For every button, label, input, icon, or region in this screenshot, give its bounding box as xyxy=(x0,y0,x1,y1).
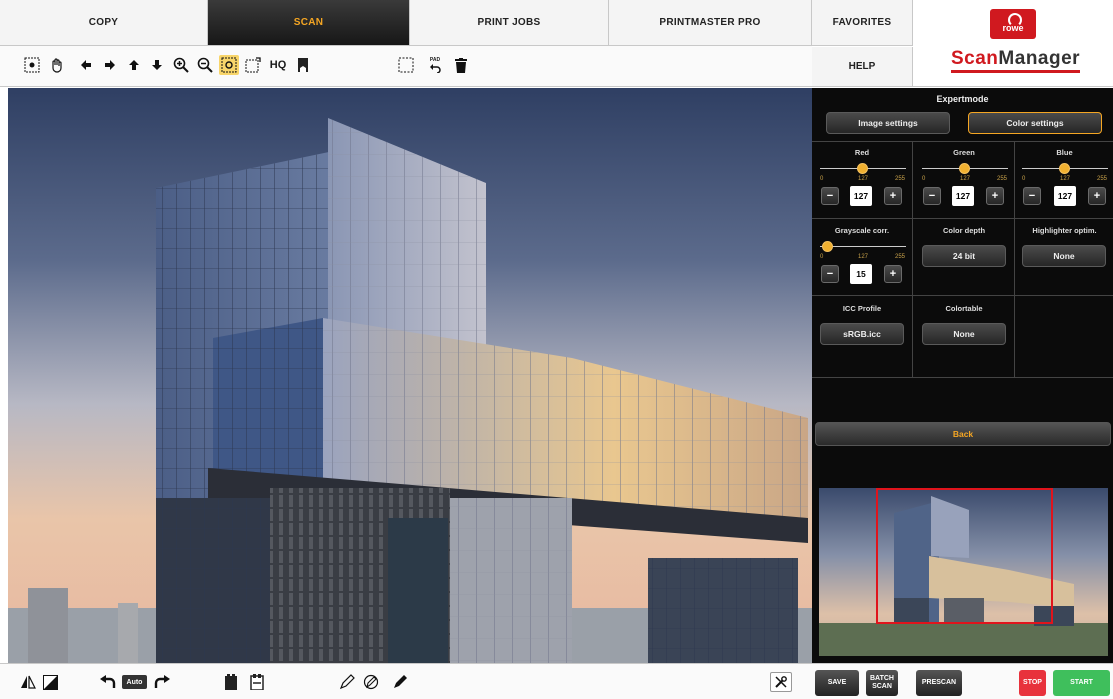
colortable-label: Colortable xyxy=(945,304,983,313)
start-button[interactable]: START xyxy=(1053,670,1110,696)
tab-favorites[interactable]: FAVORITES xyxy=(812,0,913,46)
hand-pan-icon[interactable] xyxy=(47,55,67,75)
batch-scan-button[interactable]: BATCH SCAN xyxy=(866,670,898,696)
highlighter-button[interactable]: None xyxy=(1022,245,1106,267)
blue-value[interactable]: 127 xyxy=(1054,186,1076,206)
select-area-icon[interactable] xyxy=(396,55,416,75)
trash-icon[interactable] xyxy=(451,55,471,75)
green-plus-button[interactable]: + xyxy=(986,187,1004,205)
green-minus-button[interactable]: − xyxy=(923,187,941,205)
prescan-button[interactable]: PRESCAN xyxy=(916,670,962,696)
scanmanager-wordmark: ScanManager xyxy=(951,48,1081,73)
bottom-toolbar: Auto SAVE BATCH SCAN PRESCAN STOP START xyxy=(0,663,1113,699)
green-label: Green xyxy=(953,148,975,157)
arrow-left-icon[interactable] xyxy=(76,55,96,75)
thumbnail-overview[interactable] xyxy=(819,488,1108,656)
tab-scan[interactable]: SCAN xyxy=(208,0,410,46)
save-button[interactable]: SAVE xyxy=(815,670,859,696)
zoom-out-icon[interactable] xyxy=(195,55,215,75)
color-settings-button[interactable]: Color settings xyxy=(968,112,1102,134)
scanmanager-logo: rowe ScanManager xyxy=(913,0,1113,87)
image-settings-button[interactable]: Image settings xyxy=(826,112,950,134)
stop-button[interactable]: STOP xyxy=(1019,670,1046,696)
grayscale-minus-button[interactable]: − xyxy=(821,265,839,283)
mirror-icon[interactable] xyxy=(20,672,36,692)
grayscale-max: 255 xyxy=(895,254,906,260)
red-max: 255 xyxy=(895,176,906,182)
blue-minus-button[interactable]: − xyxy=(1023,187,1041,205)
highlighter-label: Highlighter optim. xyxy=(1032,226,1097,235)
grayscale-plus-button[interactable]: + xyxy=(884,265,902,283)
blue-min: 0 xyxy=(1022,176,1026,182)
page-split-icon[interactable] xyxy=(250,672,264,692)
expertmode-panel: Expertmode Image settings Color settings… xyxy=(812,88,1113,663)
tools-settings-icon[interactable] xyxy=(770,672,792,692)
arrow-right-icon[interactable] xyxy=(100,55,120,75)
blue-mid: 127 xyxy=(1060,176,1071,182)
blue-plus-button[interactable]: + xyxy=(1088,187,1106,205)
color-depth-button[interactable]: 24 bit xyxy=(922,245,1006,267)
red-min: 0 xyxy=(820,176,824,182)
grayscale-slider-knob[interactable] xyxy=(822,241,833,252)
color-depth-label: Color depth xyxy=(942,226,986,235)
scan-preview-image[interactable] xyxy=(8,88,812,663)
auto-rotate-button[interactable]: Auto xyxy=(122,675,147,689)
zoom-in-icon[interactable] xyxy=(171,55,191,75)
arrow-up-icon[interactable] xyxy=(124,55,144,75)
green-max: 255 xyxy=(997,176,1008,182)
hq-toggle[interactable]: HQ xyxy=(266,55,290,75)
page-icon[interactable] xyxy=(224,672,238,692)
pad-undo-button[interactable]: PAD xyxy=(425,55,445,75)
red-plus-button[interactable]: + xyxy=(884,187,902,205)
grayscale-label: Grayscale corr. xyxy=(834,226,890,235)
blue-slider-knob[interactable] xyxy=(1059,163,1070,174)
green-mid: 127 xyxy=(960,176,971,182)
green-slider-knob[interactable] xyxy=(959,163,970,174)
colortable-button[interactable]: None xyxy=(922,323,1006,345)
rotate-left-icon[interactable] xyxy=(100,672,116,692)
zoom-fit-icon[interactable] xyxy=(219,55,239,75)
thumbnail-viewport-frame[interactable] xyxy=(876,488,1053,624)
pen-eraser-icon[interactable] xyxy=(363,672,379,692)
pen-solid-icon[interactable] xyxy=(392,672,408,692)
grayscale-mid: 127 xyxy=(858,254,869,260)
bookmark-icon[interactable] xyxy=(293,55,313,75)
tab-copy[interactable]: COPY xyxy=(0,0,208,46)
rotate-right-icon[interactable] xyxy=(154,672,170,692)
help-button[interactable]: HELP xyxy=(812,47,913,87)
red-value[interactable]: 127 xyxy=(850,186,872,206)
view-toolbar: HQ PAD xyxy=(0,46,812,87)
invert-icon[interactable] xyxy=(43,672,58,692)
tab-print-jobs[interactable]: PRINT JOBS xyxy=(410,0,609,46)
red-minus-button[interactable]: − xyxy=(821,187,839,205)
main-tabs: COPY SCAN PRINT JOBS PRINTMASTER PRO FAV… xyxy=(0,0,913,46)
back-button[interactable]: Back xyxy=(815,422,1111,446)
rowe-logo: rowe xyxy=(990,9,1036,39)
expertmode-title: Expertmode xyxy=(936,94,989,104)
tab-printmaster-pro[interactable]: PRINTMASTER PRO xyxy=(609,0,812,46)
blue-label: Blue xyxy=(1056,148,1073,157)
red-label: Red xyxy=(854,148,870,157)
red-slider-knob[interactable] xyxy=(857,163,868,174)
fit-to-window-icon[interactable] xyxy=(22,55,42,75)
arrow-down-icon[interactable] xyxy=(147,55,167,75)
grayscale-value[interactable]: 15 xyxy=(850,264,872,284)
crop-area-icon[interactable] xyxy=(243,55,263,75)
red-mid: 127 xyxy=(858,176,869,182)
blue-max: 255 xyxy=(1097,176,1108,182)
green-value[interactable]: 127 xyxy=(952,186,974,206)
grayscale-min: 0 xyxy=(820,254,824,260)
pen-outline-icon[interactable] xyxy=(339,672,355,692)
icc-profile-label: ICC Profile xyxy=(842,304,882,313)
green-min: 0 xyxy=(922,176,926,182)
icc-profile-button[interactable]: sRGB.icc xyxy=(820,323,904,345)
